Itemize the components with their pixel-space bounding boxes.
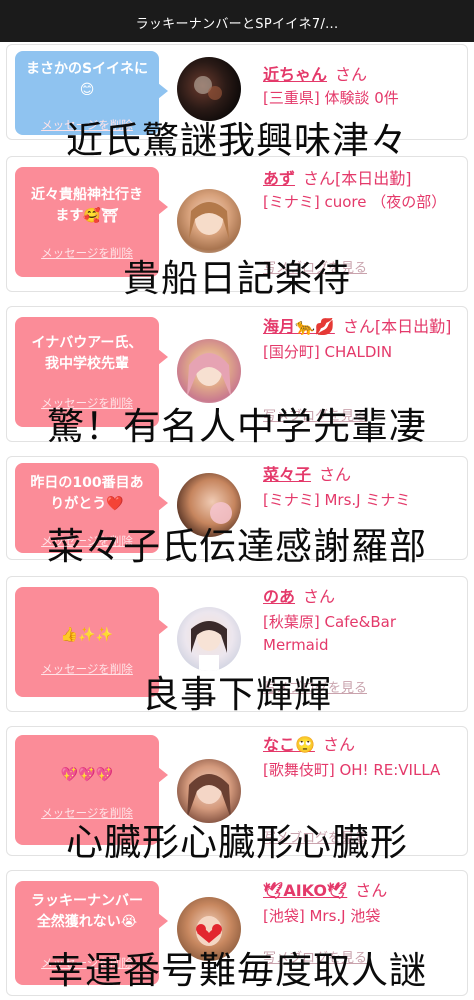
shop-info: [ミナミ] cuore （夜の部） <box>263 193 447 211</box>
avatar[interactable] <box>177 189 241 253</box>
shop-info: [国分町] CHALDIN <box>263 343 393 361</box>
caption-overlay: 菜々子氏伝達感謝羅部 <box>47 525 427 568</box>
shop-info: [三重県] 体験談 0件 <box>263 89 399 107</box>
caption-overlay: 心臓形心臓形心臓形 <box>66 821 408 864</box>
cast-info: あず さん[本日出勤] [ミナミ] cuore （夜の部） <box>263 167 463 214</box>
cast-info: 菜々子 さん [ミナミ] Mrs.J ミナミ <box>263 463 463 512</box>
cast-name-link[interactable]: 🕊AIKO🕊 <box>263 881 347 900</box>
caption-overlay: 良事下輝輝 <box>142 673 332 716</box>
message-text: 近々貴船神社行きます🥰⛩ <box>31 187 143 224</box>
shop-info: [ミナミ] Mrs.J ミナミ <box>263 491 411 509</box>
avatar-photo <box>189 202 229 239</box>
avatar[interactable] <box>177 607 241 671</box>
message-text: イナバウアー氏、我中学校先輩 <box>31 335 143 372</box>
cast-info: 海月🐆💋 さん[本日出勤] [国分町] CHALDIN <box>263 315 463 364</box>
cast-name-link[interactable]: なこ🙄 <box>263 735 315 754</box>
caption-overlay: 貴船日記楽待 <box>123 257 351 300</box>
honorific: さん <box>322 735 355 754</box>
avatar-photo <box>191 621 227 671</box>
cast-name-link[interactable]: 海月🐆💋 <box>263 317 335 336</box>
message-text: まさかのSイイネに😊 <box>25 61 149 98</box>
message-text: 昨日の100番目ありがとう❤️ <box>30 475 144 512</box>
shop-info: [秋葉原] Cafe&Bar Mermaid <box>263 613 396 654</box>
caption-overlay: 驚！有名人中学先輩凄 <box>47 405 427 448</box>
message-text: 👍✨✨ <box>60 627 114 643</box>
honorific: さん[本日出勤] <box>303 169 412 188</box>
cast-info: なこ🙄 さん [歌舞伎町] OH! RE:VILLA <box>263 733 463 782</box>
message-text: ラッキーナンバー全然獲れない😭 <box>31 893 143 930</box>
window-title: ラッキーナンバーとSPイイネ7/... <box>0 0 474 42</box>
honorific: さん <box>303 587 336 606</box>
caption-overlay: 幸運番号難毎度取人謎 <box>47 949 427 992</box>
shop-info: [歌舞伎町] OH! RE:VILLA <box>263 761 441 779</box>
cast-name-link[interactable]: あず <box>263 169 295 188</box>
cast-info: 近ちゃん さん [三重県] 体験談 0件 <box>263 63 463 110</box>
honorific: さん <box>319 465 352 484</box>
avatar-photo <box>187 353 231 397</box>
honorific: さん <box>355 881 388 900</box>
message-text: 💖💖💖 <box>60 767 114 783</box>
shop-info: [池袋] Mrs.J 池袋 <box>263 907 381 925</box>
avatar[interactable] <box>177 339 241 403</box>
cast-name-link[interactable]: 菜々子 <box>263 465 311 484</box>
cast-info: のあ さん [秋葉原] Cafe&Bar Mermaid <box>263 585 463 657</box>
honorific: さん[本日出勤] <box>342 317 452 336</box>
cast-name-link[interactable]: 近ちゃん <box>263 65 327 84</box>
honorific: さん <box>335 65 368 84</box>
cast-name-link[interactable]: のあ <box>263 587 295 606</box>
cast-info: 🕊AIKO🕊 さん [池袋] Mrs.J 池袋 <box>263 879 463 928</box>
